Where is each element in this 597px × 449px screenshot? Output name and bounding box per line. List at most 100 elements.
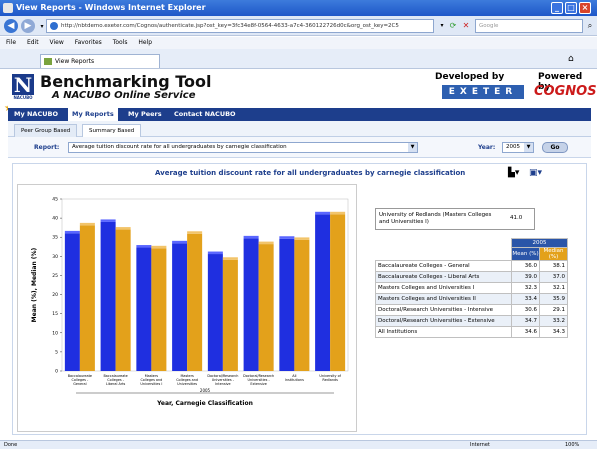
report-label: Report:	[34, 144, 60, 151]
bar-top-face	[172, 240, 188, 244]
tab-summary-based[interactable]: Summary Based	[82, 124, 142, 137]
search-icon[interactable]: ⌕	[584, 20, 596, 32]
report-select[interactable]: Average tuition discount rate for all un…	[68, 142, 418, 153]
tab-peer-group-based[interactable]: Peer Group Based	[14, 124, 78, 137]
summary-table: 2005 Mean (%) Median (%) Baccalaureate C…	[375, 238, 568, 338]
app-subtitle: A NACUBO Online Service	[52, 90, 196, 101]
bar-body	[115, 229, 131, 371]
mean-bar[interactable]	[64, 230, 80, 371]
chart-title: Average tuition discount rate for all un…	[155, 169, 466, 177]
y-tick-label: 0	[55, 369, 58, 375]
search-input[interactable]: Google	[475, 19, 583, 33]
close-button[interactable]: ×	[579, 2, 591, 14]
go-button[interactable]: Go	[542, 142, 568, 153]
year-select[interactable]: 2005 ▼	[502, 142, 534, 153]
mean-bar[interactable]	[315, 211, 331, 371]
forward-icon[interactable]: ▶	[21, 19, 35, 33]
bar-body	[315, 214, 331, 371]
institution-name: University of Redlands (Masters Colleges…	[379, 212, 492, 225]
mean-bar[interactable]	[279, 236, 295, 371]
mean-bar[interactable]	[100, 219, 116, 371]
row-label: Masters Colleges and Universities I	[375, 282, 512, 294]
bar-body	[100, 221, 116, 371]
bar-top-face	[136, 245, 152, 248]
window-title: View Reports - Windows Internet Explorer	[16, 3, 206, 12]
save-icon[interactable]: ▣▾	[529, 168, 543, 178]
bar-body	[136, 247, 152, 371]
median-cell: 34.3	[539, 326, 568, 338]
bar-top-face	[207, 251, 223, 255]
menu-file[interactable]: File	[6, 39, 16, 46]
menu-view[interactable]: View	[50, 39, 64, 46]
mean-bar[interactable]	[207, 251, 223, 371]
back-icon[interactable]: ◀	[4, 19, 18, 33]
bar-body	[172, 243, 188, 371]
median-header: Median (%)	[539, 247, 568, 261]
group-label: 2005	[200, 388, 211, 393]
nav-my-nacubo[interactable]: My NACUBO	[10, 108, 62, 121]
bar-top-face	[330, 211, 346, 215]
bar-top-face	[79, 222, 95, 226]
address-input[interactable]: http://nbtdemo.exeter.com/Cognos/authent…	[46, 19, 434, 33]
median-bar[interactable]	[151, 245, 167, 371]
y-tick-label: 10	[52, 330, 58, 336]
category-label: All Institutions	[285, 374, 304, 382]
median-bar[interactable]	[294, 237, 310, 371]
report-selector-row: Report: Average tuition discount rate fo…	[8, 137, 591, 158]
bar-body	[64, 233, 80, 371]
stop-icon[interactable]: ✕	[460, 20, 472, 32]
address-toolbar: ◀ ▶ ▾ http://nbtdemo.exeter.com/Cognos/a…	[0, 16, 597, 36]
menu-tools[interactable]: Tools	[113, 39, 128, 46]
bar-top-face	[243, 235, 259, 239]
window-titlebar: View Reports - Windows Internet Explorer…	[0, 0, 597, 16]
page-icon	[50, 22, 58, 30]
chart-category-labels: Baccalaureate Colleges -General Baccalaure…	[68, 374, 342, 386]
nacubo-logo: N NACUBO	[12, 73, 34, 100]
row-label: Baccalaureate Colleges - Liberal Arts	[375, 271, 512, 283]
menu-edit[interactable]: Edit	[27, 39, 39, 46]
status-text: Done	[4, 442, 18, 448]
chevron-down-icon: ▼	[524, 143, 533, 152]
y-tick-label: 15	[52, 311, 58, 317]
report-subtabs: Peer Group Based Summary Based	[8, 121, 591, 137]
menu-favorites[interactable]: Favorites	[75, 39, 102, 46]
bar-body	[330, 214, 346, 371]
tab-view-reports[interactable]: View Reports	[40, 54, 160, 68]
bar-top-face	[258, 241, 274, 245]
row-label: Masters Colleges and Universities II	[375, 293, 512, 305]
mean-bar[interactable]	[172, 240, 188, 371]
nav-contact-nacubo[interactable]: Contact NACUBO	[170, 108, 240, 121]
mean-cell: 36.0	[511, 260, 540, 272]
home-icon[interactable]: ⌂	[568, 54, 574, 64]
y-tick-label: 40	[52, 216, 58, 222]
median-bar[interactable]	[79, 222, 95, 371]
table-row: Baccalaureate Colleges - Liberal Arts 39.…	[375, 271, 568, 283]
maximize-button[interactable]: □	[565, 2, 577, 14]
bar-top-face	[151, 245, 167, 249]
year-header: 2005	[511, 238, 568, 248]
mean-cell: 34.6	[511, 326, 540, 338]
bar-body	[279, 238, 295, 371]
median-bar[interactable]	[187, 231, 203, 371]
median-cell: 32.1	[539, 282, 568, 294]
chart-type-icon[interactable]: ▙▾	[508, 168, 522, 178]
mean-bar[interactable]	[136, 245, 152, 371]
zoom-text[interactable]: 100%	[565, 441, 579, 449]
main-nav: My NACUBO My Reports My Peers Contact NA…	[8, 108, 591, 121]
median-bar[interactable]	[330, 211, 346, 371]
nav-my-peers[interactable]: My Peers	[124, 108, 166, 121]
mean-bar[interactable]	[243, 235, 259, 371]
median-bar[interactable]	[258, 241, 274, 371]
nav-my-reports[interactable]: My Reports	[68, 108, 118, 121]
chart-frame: 0 5 10 15 20 25 30 35 40 45 Baccalaureate Colleges…	[17, 184, 357, 432]
menu-help[interactable]: Help	[138, 39, 152, 46]
mean-cell: 30.6	[511, 304, 540, 316]
institution-info-box: University of Redlands (Masters Colleges…	[375, 208, 535, 230]
minimize-button[interactable]: _	[551, 2, 563, 14]
median-bar[interactable]	[115, 227, 131, 371]
median-bar[interactable]	[222, 257, 238, 371]
mean-cell: 33.4	[511, 293, 540, 305]
table-row: Doctoral/Research Universities - Intensi…	[375, 304, 568, 316]
refresh-icon[interactable]: ⟳	[447, 20, 459, 32]
chart-ticks: 0 5 10 15 20 25 30 35 40 45	[52, 197, 58, 375]
